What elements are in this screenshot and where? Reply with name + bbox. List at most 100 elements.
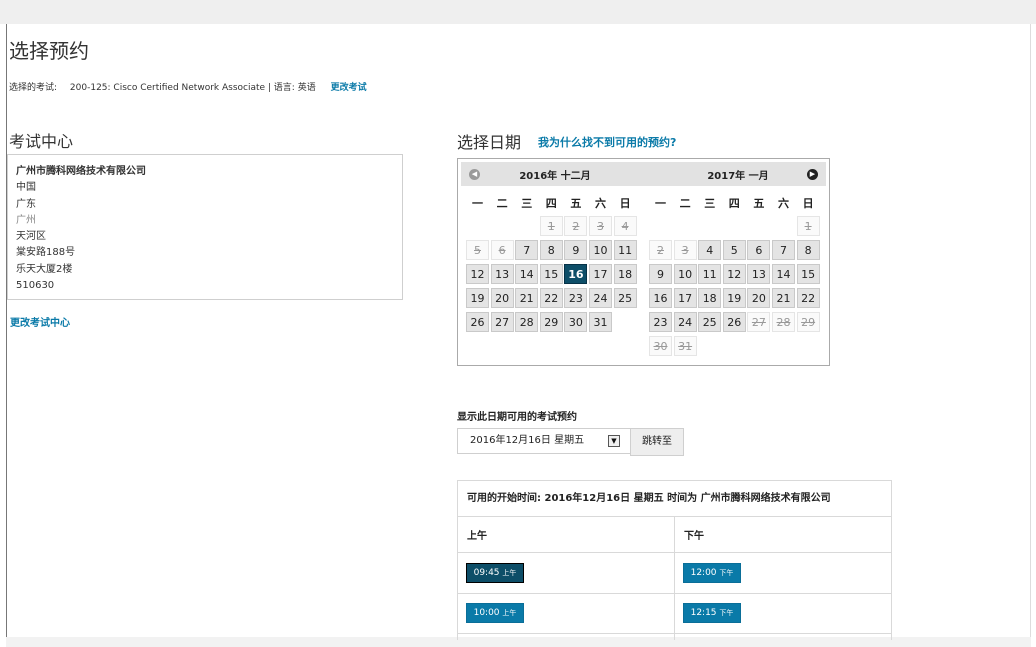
weekday-header: 四 bbox=[545, 197, 557, 210]
calendar-day-disabled: 1 bbox=[539, 216, 563, 236]
weekday-header: 一 bbox=[472, 197, 483, 210]
calendar-day[interactable]: 22 bbox=[796, 288, 820, 308]
browser-top-bar bbox=[0, 0, 1036, 24]
weekday-header: 五 bbox=[570, 197, 582, 210]
calendar-day[interactable]: 24 bbox=[673, 312, 697, 332]
chevron-down-icon[interactable]: ▼ bbox=[608, 435, 620, 447]
date-picker-calendar: ◀ 2016年 十二月 2017年 一月 ▶ 一二三四五六日1234567891… bbox=[457, 158, 830, 366]
time-slot-1000[interactable]: 10:00 上午 bbox=[466, 603, 524, 623]
column-divider bbox=[674, 517, 675, 640]
month-title-1: 2016年 十二月 bbox=[519, 171, 591, 182]
jump-to-button[interactable]: 跳转至 bbox=[630, 428, 684, 456]
calendar-day[interactable]: 13 bbox=[747, 264, 771, 284]
test-center-title: 考试中心 bbox=[9, 132, 74, 151]
weekday-header: 五 bbox=[753, 197, 765, 210]
calendar-day[interactable]: 21 bbox=[772, 288, 795, 308]
calendar-day[interactable]: 25 bbox=[613, 288, 637, 308]
center-street: 棠安路188号 bbox=[16, 247, 76, 259]
slot-time: 09:45 bbox=[473, 568, 500, 578]
weekday-header: 六 bbox=[595, 197, 606, 210]
calendar-day[interactable]: 13 bbox=[490, 264, 514, 284]
change-test-center-link[interactable]: 更改考试中心 bbox=[10, 314, 70, 329]
time-slot-1200[interactable]: 12:00 下午 bbox=[683, 563, 741, 583]
date-select-dropdown[interactable]: 2016年12月16日 星期五 ▼ bbox=[457, 428, 631, 454]
calendar-day[interactable]: 23 bbox=[649, 312, 672, 332]
calendar-day[interactable]: 14 bbox=[515, 264, 539, 284]
calendar-day[interactable]: 17 bbox=[589, 264, 612, 284]
calendar-day[interactable]: 11 bbox=[698, 264, 722, 284]
calendar-day[interactable]: 7 bbox=[515, 240, 539, 260]
calendar-day[interactable]: 24 bbox=[589, 288, 612, 308]
calendar-day-disabled: 3 bbox=[589, 216, 612, 236]
calendar-day[interactable]: 12 bbox=[722, 264, 746, 284]
selected-exam-label: 选择的考试: bbox=[9, 83, 58, 93]
calendar-day[interactable]: 22 bbox=[539, 288, 563, 308]
page-title: 选择预约 bbox=[9, 39, 89, 63]
calendar-day[interactable]: 27 bbox=[490, 312, 514, 332]
calendar-day[interactable]: 14 bbox=[772, 264, 795, 284]
calendar-day-disabled: 28 bbox=[772, 312, 795, 332]
calendar-day[interactable]: 30 bbox=[564, 312, 588, 332]
calendar-day[interactable]: 26 bbox=[722, 312, 746, 332]
calendar-day[interactable]: 20 bbox=[747, 288, 771, 308]
slot-period: 下午 bbox=[719, 609, 734, 617]
calendar-day[interactable]: 11 bbox=[613, 240, 637, 260]
selected-exam-value: 200-125: Cisco Certified Network Associa… bbox=[69, 83, 316, 93]
calendar-day[interactable]: 15 bbox=[539, 264, 563, 284]
calendar-day[interactable]: 18 bbox=[698, 288, 722, 308]
calendar-day[interactable]: 8 bbox=[539, 240, 563, 260]
prev-month-icon[interactable]: ◀ bbox=[469, 169, 480, 180]
center-name: 广州市腾科网络技术有限公司 bbox=[16, 166, 146, 177]
calendar-day[interactable]: 15 bbox=[796, 264, 820, 284]
calendar-day[interactable]: 20 bbox=[490, 288, 514, 308]
calendar-day-selected[interactable]: 16 bbox=[564, 264, 588, 284]
change-exam-link[interactable]: 更改考试 bbox=[331, 83, 367, 93]
row-divider bbox=[458, 633, 891, 634]
calendar-day[interactable]: 5 bbox=[722, 240, 746, 260]
calendar-day[interactable]: 7 bbox=[772, 240, 795, 260]
calendar-day[interactable]: 23 bbox=[564, 288, 588, 308]
center-city: 广州 bbox=[16, 214, 36, 226]
weekday-header: 三 bbox=[521, 197, 533, 210]
time-slot-0945[interactable]: 09:45 上午 bbox=[466, 563, 524, 583]
calendar-day[interactable]: 10 bbox=[673, 264, 697, 284]
slot-time: 12:15 bbox=[690, 608, 717, 618]
weekday-header: 日 bbox=[802, 197, 814, 210]
calendar-day[interactable]: 9 bbox=[649, 264, 672, 284]
calendar-header: ◀ 2016年 十二月 2017年 一月 ▶ bbox=[461, 162, 826, 186]
calendar-day[interactable]: 4 bbox=[698, 240, 722, 260]
calendar-day[interactable]: 10 bbox=[589, 240, 612, 260]
calendar-day[interactable]: 31 bbox=[589, 312, 612, 332]
calendar-day[interactable]: 26 bbox=[466, 312, 489, 332]
calendar-day-disabled: 27 bbox=[747, 312, 771, 332]
calendar-day[interactable]: 19 bbox=[466, 288, 489, 308]
center-district: 天河区 bbox=[16, 231, 46, 243]
calendar-day[interactable]: 28 bbox=[515, 312, 539, 332]
date-select-value: 2016年12月16日 星期五 bbox=[470, 435, 585, 446]
calendar-day[interactable]: 25 bbox=[698, 312, 722, 332]
calendar-day[interactable]: 6 bbox=[747, 240, 771, 260]
calendar-day[interactable]: 18 bbox=[613, 264, 637, 284]
available-times-table: 可用的开始时间: 2016年12月16日 星期五 时间为 广州市腾科网络技术有限… bbox=[457, 480, 892, 640]
weekday-header: 三 bbox=[704, 197, 716, 210]
time-slot-1215[interactable]: 12:15 下午 bbox=[683, 603, 741, 623]
weekday-header: 二 bbox=[496, 197, 508, 210]
calendar-day[interactable]: 8 bbox=[796, 240, 820, 260]
calendar-day-disabled: 30 bbox=[649, 336, 672, 356]
calendar-day[interactable]: 16 bbox=[649, 288, 672, 308]
why-no-appointments-link[interactable]: 我为什么找不到可用的预约? bbox=[538, 134, 676, 150]
calendar-day[interactable]: 29 bbox=[539, 312, 563, 332]
show-appointments-label: 显示此日期可用的考试预约 bbox=[457, 412, 577, 423]
calendar-day[interactable]: 19 bbox=[722, 288, 746, 308]
slot-period: 下午 bbox=[719, 569, 734, 577]
calendar-day[interactable]: 17 bbox=[673, 288, 697, 308]
page-frame-left bbox=[6, 24, 7, 638]
selected-exam-line: 选择的考试: 200-125: Cisco Certified Network … bbox=[9, 80, 367, 93]
available-times-header: 可用的开始时间: 2016年12月16日 星期五 时间为 广州市腾科网络技术有限… bbox=[458, 481, 891, 517]
calendar-day[interactable]: 9 bbox=[564, 240, 588, 260]
calendar-day[interactable]: 21 bbox=[515, 288, 539, 308]
next-month-icon[interactable]: ▶ bbox=[807, 169, 818, 180]
weekday-header: 二 bbox=[679, 197, 691, 210]
calendar-day[interactable]: 12 bbox=[466, 264, 489, 284]
center-building: 乐天大厦2楼 bbox=[16, 263, 73, 275]
